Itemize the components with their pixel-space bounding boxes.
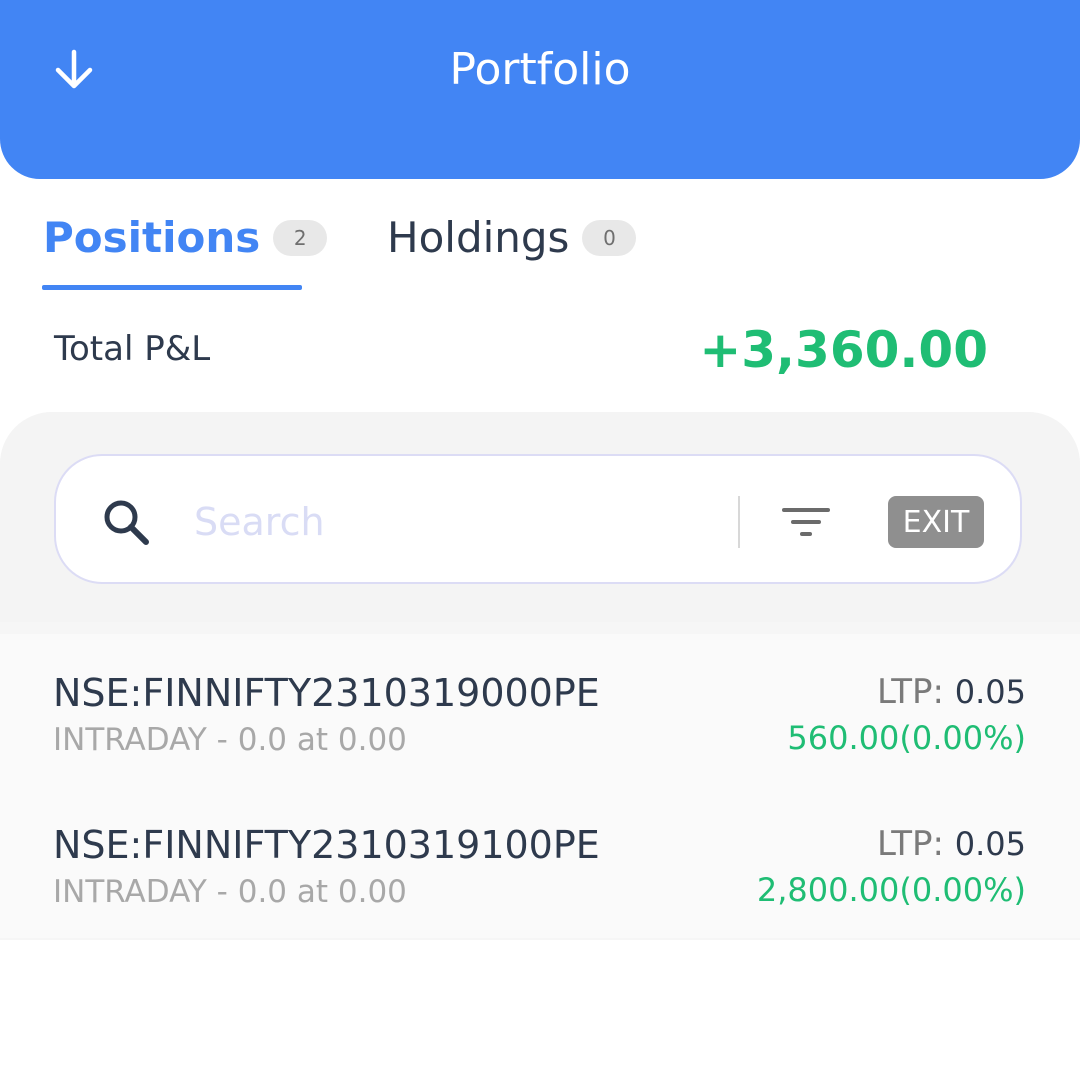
position-pnl: 560.00(0.00%) bbox=[787, 719, 1026, 757]
ltp-label: LTP: bbox=[876, 672, 955, 712]
positions-list: NSE:FINNIFTY2310319000PE INTRADAY - 0.0 … bbox=[0, 634, 1080, 938]
total-pnl-label: Total P&L bbox=[54, 329, 211, 369]
search-bar: EXIT bbox=[54, 454, 1022, 584]
position-row[interactable]: NSE:FINNIFTY2310319100PE INTRADAY - 0.0 … bbox=[0, 786, 1080, 938]
portfolio-tabs: Positions 2 Holdings 0 bbox=[0, 179, 1080, 309]
page-title: Portfolio bbox=[449, 44, 631, 95]
position-qty-price: 0.0 at 0.00 bbox=[237, 874, 407, 910]
position-symbol: NSE:FINNIFTY2310319100PE bbox=[53, 823, 600, 867]
active-tab-indicator bbox=[42, 285, 302, 290]
position-meta: INTRADAY - 0.0 at 0.00 bbox=[53, 720, 407, 760]
ltp-value: 0.05 bbox=[954, 825, 1026, 863]
position-symbol: NSE:FINNIFTY2310319000PE bbox=[53, 671, 600, 715]
position-row[interactable]: NSE:FINNIFTY2310319000PE INTRADAY - 0.0 … bbox=[0, 634, 1080, 786]
position-ltp: LTP: 0.05 bbox=[877, 822, 1026, 866]
filter-icon bbox=[782, 508, 830, 536]
position-pnl: 2,800.00(0.00%) bbox=[756, 871, 1026, 909]
filter-button[interactable] bbox=[776, 494, 836, 550]
position-meta: INTRADAY - 0.0 at 0.00 bbox=[53, 872, 407, 912]
ltp-value: 0.05 bbox=[954, 673, 1026, 711]
holdings-count-badge: 0 bbox=[582, 220, 637, 256]
position-ltp: LTP: 0.05 bbox=[877, 670, 1026, 714]
total-pnl-value: +3,360.00 bbox=[699, 321, 988, 379]
search-input[interactable] bbox=[192, 486, 716, 558]
tab-holdings[interactable]: Holdings 0 bbox=[387, 207, 637, 269]
tab-positions-label: Positions bbox=[43, 213, 261, 262]
position-product: INTRADAY - bbox=[53, 722, 238, 758]
app-header: Portfolio bbox=[0, 0, 1080, 179]
ltp-label: LTP: bbox=[876, 824, 955, 864]
tab-holdings-label: Holdings bbox=[387, 213, 570, 262]
positions-count-badge: 2 bbox=[273, 220, 328, 256]
search-divider bbox=[738, 496, 740, 548]
exit-button[interactable]: EXIT bbox=[888, 496, 984, 548]
tab-positions[interactable]: Positions 2 bbox=[43, 207, 328, 269]
position-qty-price: 0.0 at 0.00 bbox=[237, 722, 407, 758]
positions-panel: EXIT NSE:FINNIFTY2310319000PE INTRADAY -… bbox=[0, 412, 1080, 940]
search-area: EXIT bbox=[0, 412, 1080, 622]
total-pnl-row: Total P&L +3,360.00 bbox=[0, 310, 1080, 390]
search-icon[interactable] bbox=[98, 494, 154, 550]
position-product: INTRADAY - bbox=[53, 874, 238, 910]
